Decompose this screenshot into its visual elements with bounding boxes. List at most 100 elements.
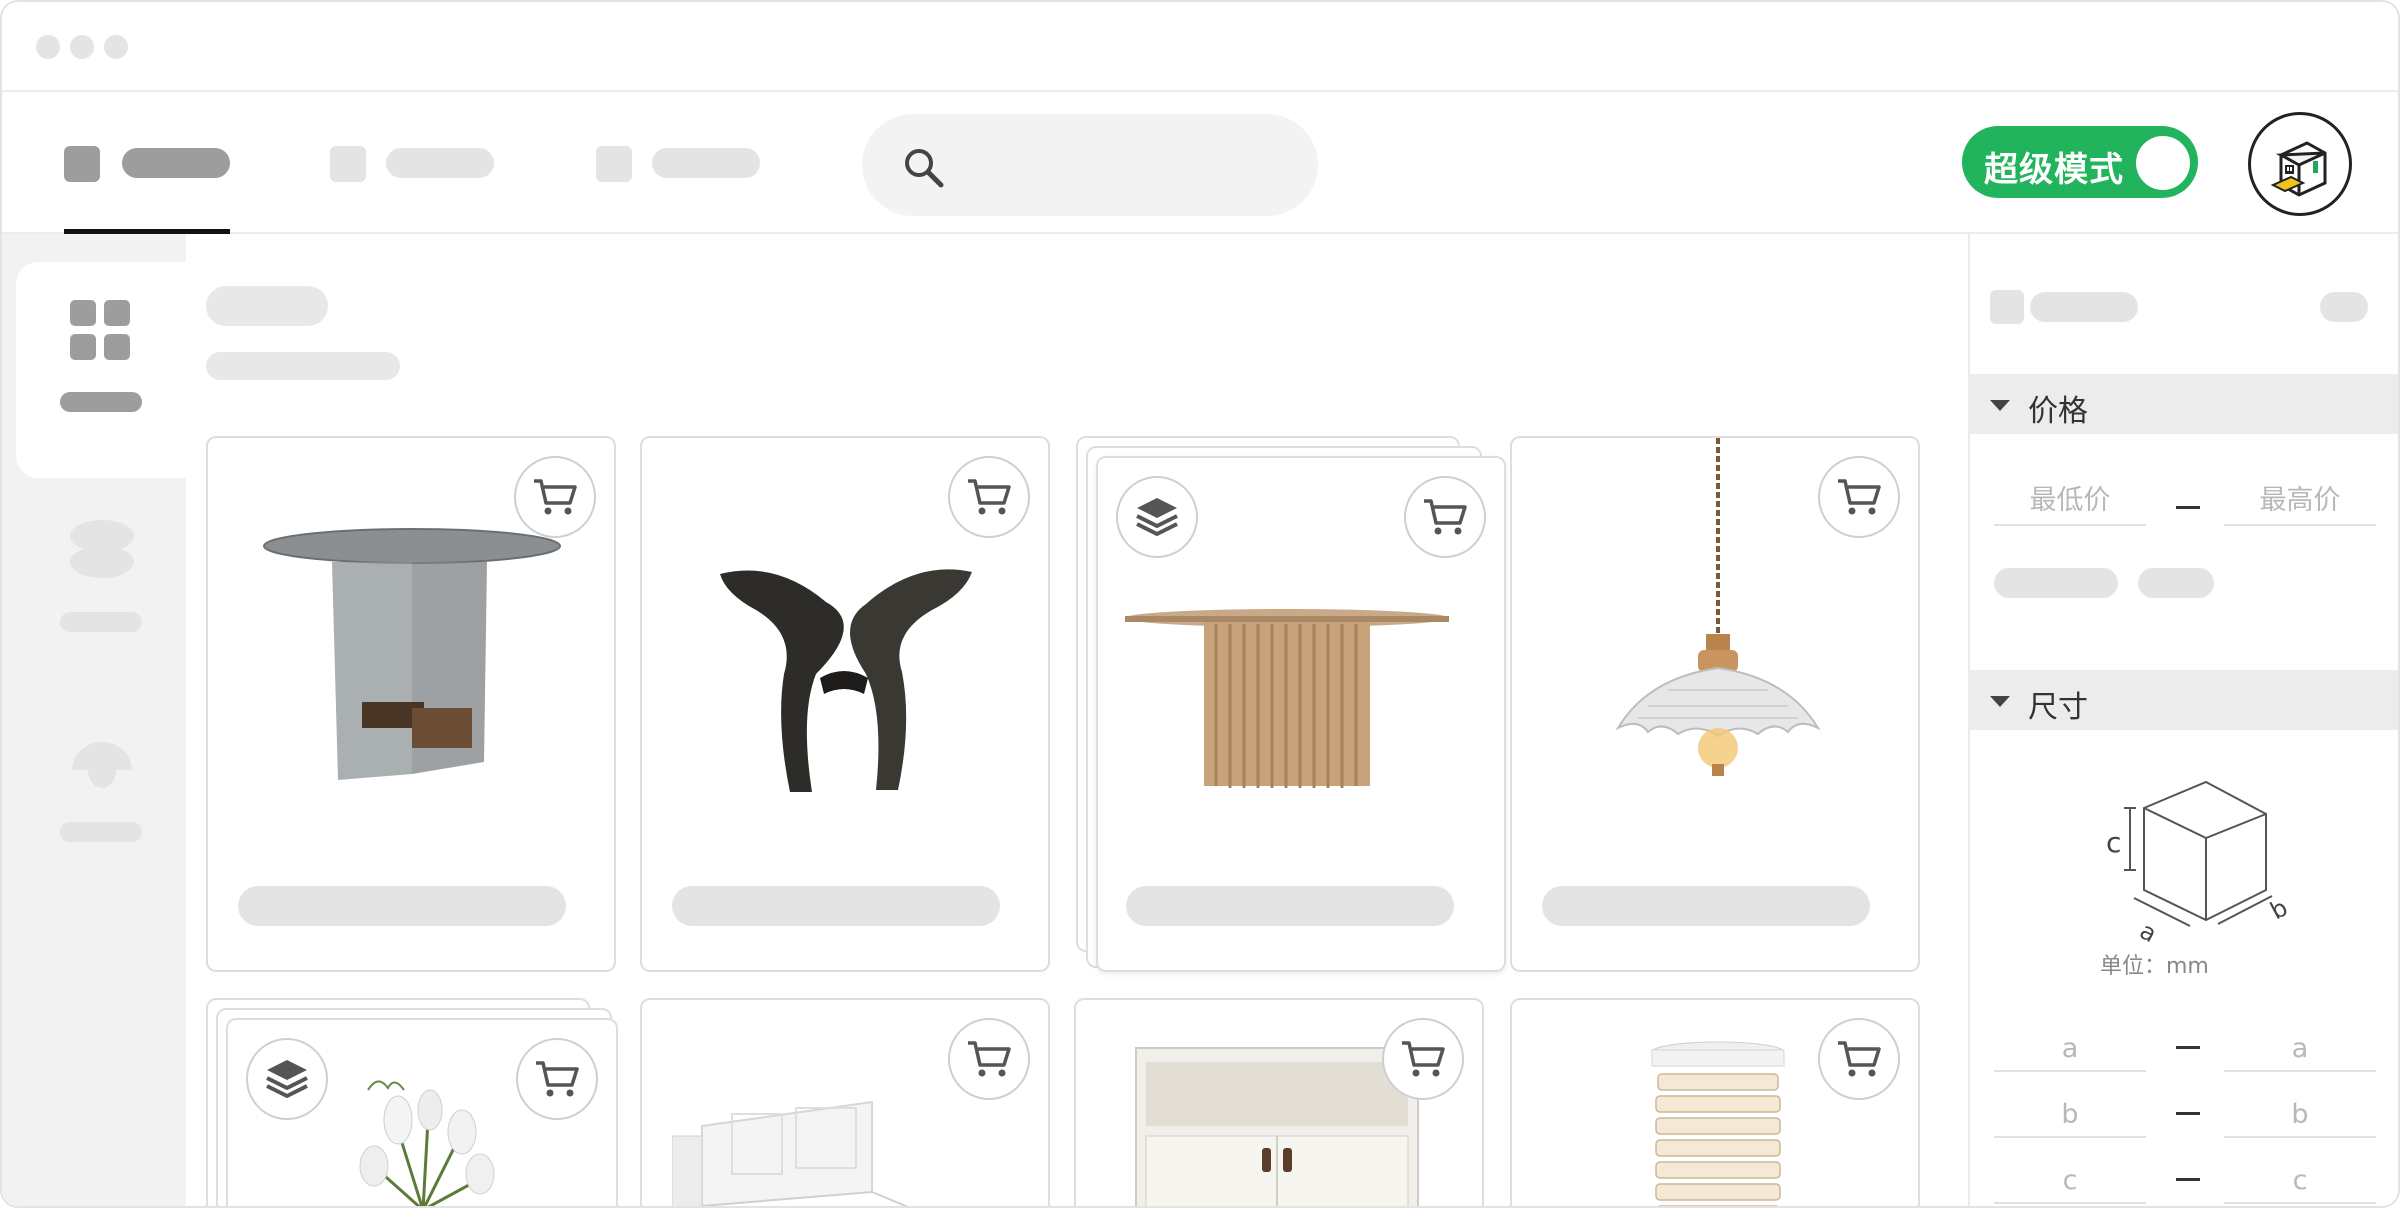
cube-label-b: b (2266, 893, 2293, 925)
filter-reset-button[interactable] (2320, 292, 2368, 322)
filter-header-icon (1990, 290, 2024, 324)
close-window-button[interactable] (36, 35, 60, 59)
size-c-min-input[interactable]: c (1994, 1160, 2146, 1204)
glass-side-table-image (263, 528, 561, 780)
sidebar-item-mushroom[interactable] (16, 720, 186, 936)
range-dash (2176, 1046, 2200, 1049)
add-to-cart-button[interactable] (948, 456, 1030, 538)
product-card[interactable] (226, 1018, 618, 1206)
filter-header-label (2030, 292, 2138, 322)
filter-panel: 价格 最低价 最高价 尺寸 c a b 单位：mm a a b b c c (1968, 234, 2398, 1206)
range-dash (2176, 1178, 2200, 1181)
price-section-title: 价格 (2028, 394, 2088, 429)
butterfly-stool-image (720, 569, 972, 792)
mushroom-icon (72, 742, 132, 788)
sidebar-item-grid[interactable] (16, 262, 186, 478)
app-window: 超级模式 价格 最低价 最高价 尺寸 c a b 单位：mm a a b b c… (0, 0, 2400, 1208)
size-c-max-input[interactable]: c (2224, 1160, 2376, 1204)
sidebar-item-stack[interactable] (16, 488, 186, 704)
tab-label (652, 148, 760, 178)
sidebar-item-label (60, 392, 142, 412)
size-b-max-input[interactable]: b (2224, 1094, 2376, 1138)
add-to-cart-button[interactable] (1382, 1018, 1464, 1100)
sidebar-item-label (60, 612, 142, 632)
cube-label-a: a (2135, 917, 2161, 949)
collapse-triangle-icon (1990, 400, 2010, 411)
price-chip[interactable] (1994, 568, 2118, 598)
product-card[interactable] (640, 436, 1050, 972)
product-card[interactable] (1510, 436, 1920, 972)
super-mode-label: 超级模式 (1984, 150, 2124, 190)
price-chip[interactable] (2138, 568, 2214, 598)
cart-icon (536, 1061, 579, 1097)
super-mode-toggle[interactable]: 超级模式 (1962, 126, 2198, 198)
tab-1[interactable] (64, 92, 230, 234)
add-to-cart-button[interactable] (514, 456, 596, 538)
cart-icon (534, 479, 577, 515)
tulip-vase-image (359, 1080, 495, 1206)
top-nav: 超级模式 (2, 92, 2398, 234)
product-name-placeholder (238, 886, 566, 926)
add-to-cart-button[interactable] (1818, 1018, 1900, 1100)
sidebar-item-label (60, 822, 142, 842)
search-icon (905, 149, 944, 188)
cart-icon (968, 479, 1011, 515)
white-sideboard-image (1135, 1047, 1419, 1206)
tab-3[interactable] (596, 92, 762, 234)
sidebar (2, 234, 186, 1206)
tab-icon (330, 146, 366, 182)
product-card[interactable] (1510, 998, 1920, 1206)
white-bed-image (672, 1100, 909, 1206)
pendant-lamp-image (1615, 438, 1821, 776)
add-to-cart-button[interactable] (1818, 456, 1900, 538)
product-name-placeholder (1126, 886, 1454, 926)
cart-icon (1838, 1041, 1881, 1077)
product-card[interactable] (206, 436, 616, 972)
price-min-input[interactable]: 最低价 (1994, 478, 2146, 526)
size-a-max-input[interactable]: a (2224, 1028, 2376, 1072)
product-card[interactable] (1096, 456, 1506, 972)
add-to-cart-button[interactable] (516, 1038, 598, 1120)
cube-label-c: c (2106, 826, 2121, 859)
collapse-triangle-icon (1990, 696, 2010, 707)
add-to-cart-button[interactable] (948, 1018, 1030, 1100)
minimize-window-button[interactable] (70, 35, 94, 59)
cart-icon (1838, 479, 1881, 515)
add-to-cart-button[interactable] (1404, 476, 1486, 558)
cart-icon (968, 1041, 1011, 1077)
robot-avatar-icon (2270, 141, 2327, 197)
product-name-placeholder (1542, 886, 1870, 926)
product-grid-area (186, 234, 1968, 1206)
fluted-table-image (1125, 609, 1449, 788)
title-bar (2, 2, 2398, 92)
toggle-knob (2136, 136, 2190, 190)
avatar[interactable] (2248, 112, 2352, 216)
size-b-min-input[interactable]: b (1994, 1094, 2146, 1138)
zoom-window-button[interactable] (104, 35, 128, 59)
grid-icon (70, 300, 130, 360)
size-section-header[interactable]: 尺寸 (1970, 670, 2398, 730)
page-subtitle-placeholder (206, 352, 400, 380)
size-a-min-input[interactable]: a (1994, 1028, 2146, 1072)
range-dash (2176, 1112, 2200, 1115)
price-max-input[interactable]: 最高价 (2224, 478, 2376, 526)
tab-2[interactable] (330, 92, 496, 234)
layers-icon (266, 1060, 308, 1098)
cart-icon (1424, 499, 1467, 535)
dimension-cube-icon: c a b (2106, 780, 2293, 949)
pleated-lamp-image (1651, 1041, 1785, 1206)
variants-button[interactable] (246, 1038, 328, 1120)
price-section-header[interactable]: 价格 (1970, 374, 2398, 434)
tab-label (122, 148, 230, 178)
unit-label: 单位：mm (2100, 954, 2209, 979)
tab-icon (64, 146, 100, 182)
layers-icon (1136, 498, 1178, 536)
range-dash (2176, 506, 2200, 509)
product-name-placeholder (672, 886, 1000, 926)
search-input[interactable] (862, 114, 1318, 216)
stack-icon (70, 520, 134, 578)
size-section-title: 尺寸 (2028, 690, 2088, 725)
variants-button[interactable] (1116, 476, 1198, 558)
product-card[interactable] (1074, 998, 1484, 1206)
product-card[interactable] (640, 998, 1050, 1206)
